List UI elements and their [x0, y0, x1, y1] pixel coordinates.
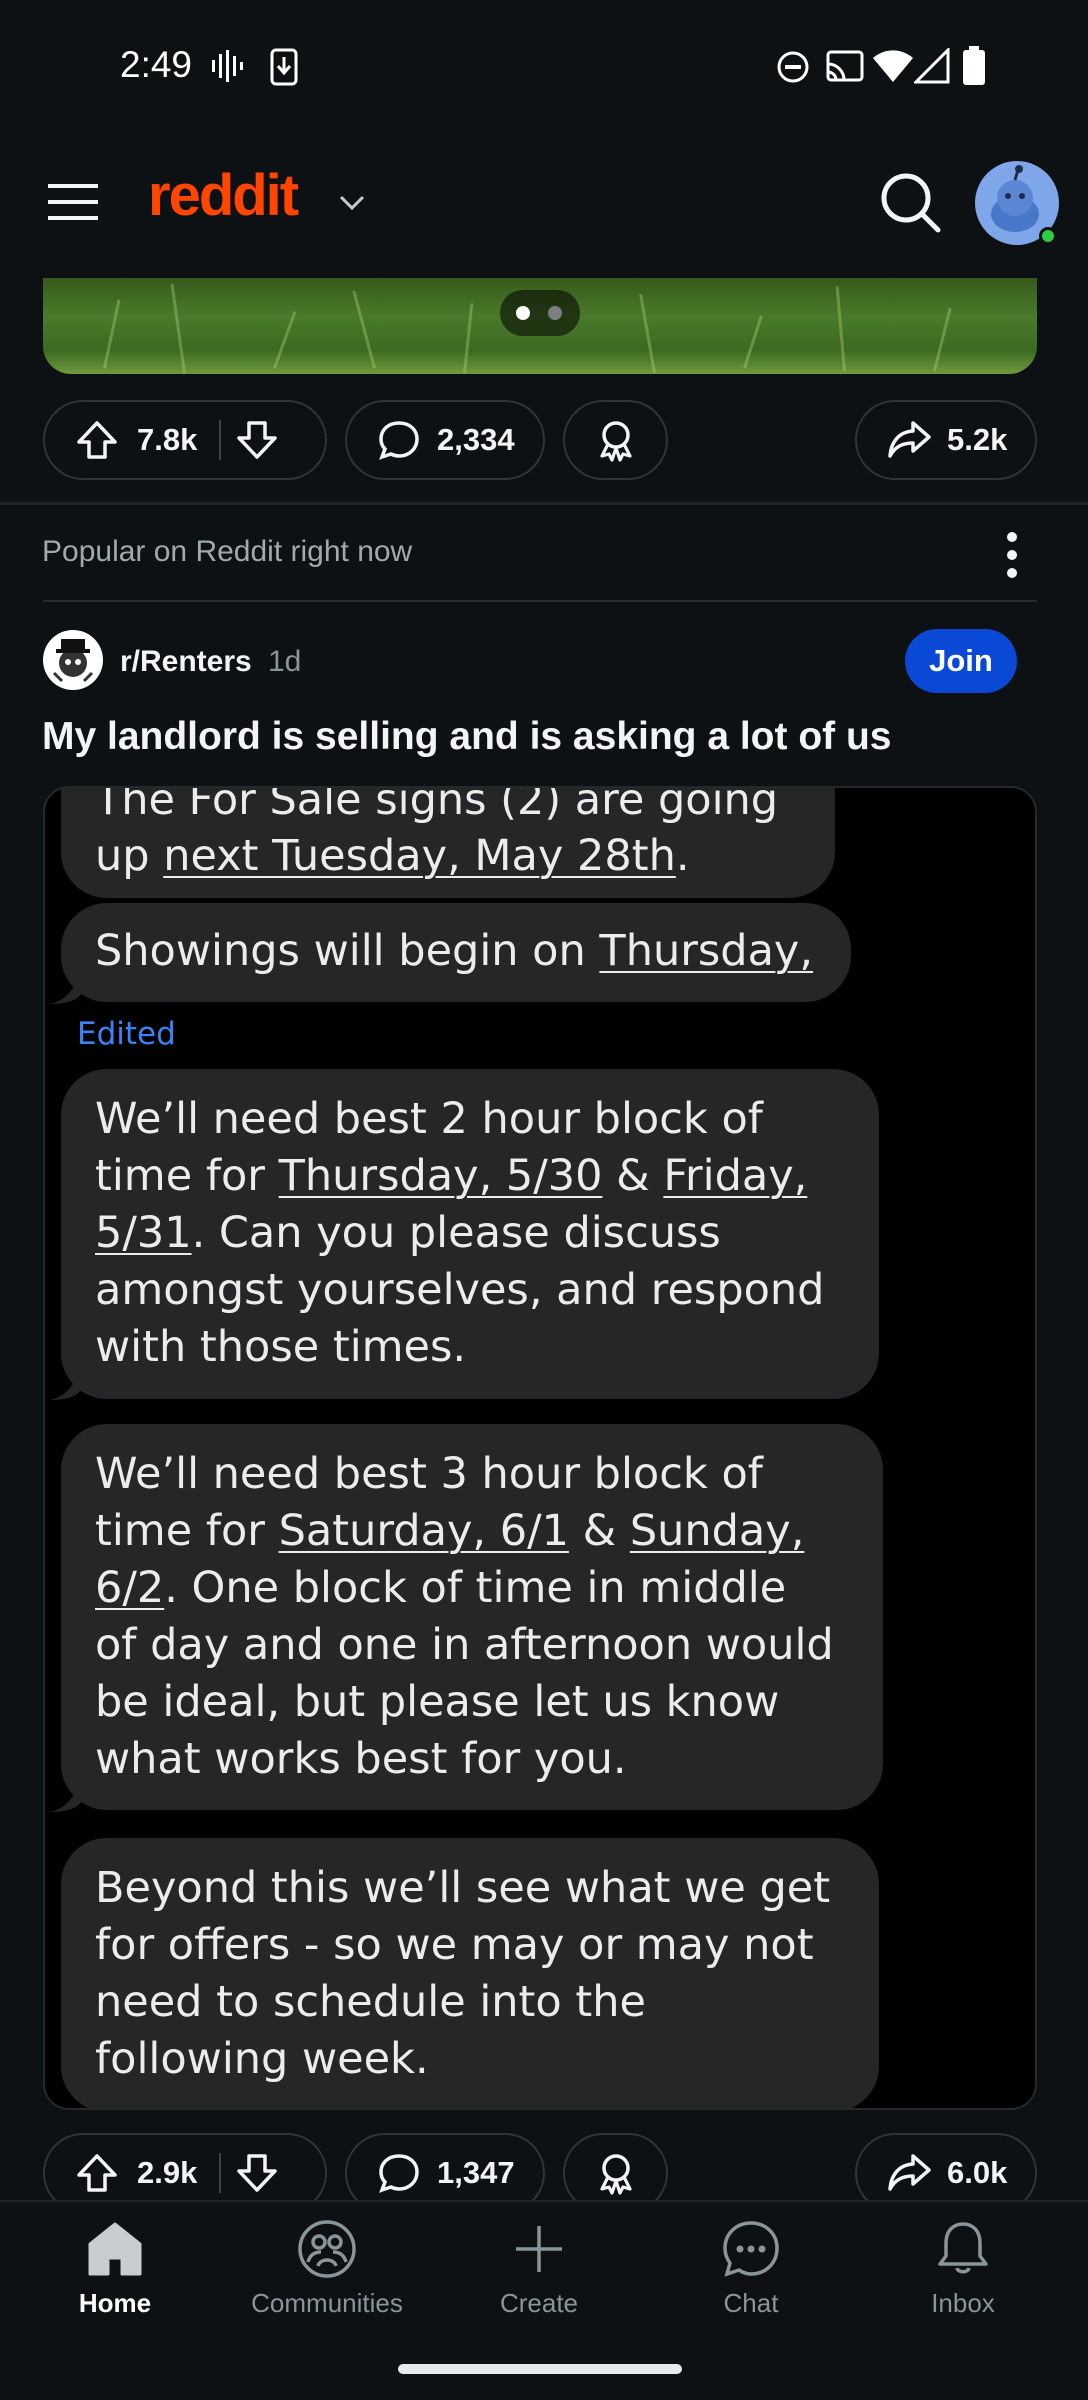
share-icon [888, 421, 931, 458]
cast-icon [826, 50, 864, 82]
nav-label: Inbox [931, 2288, 995, 2318]
share-icon [888, 2154, 931, 2191]
message-line: following week. [95, 2034, 429, 2084]
home-indicator[interactable] [398, 2364, 682, 2374]
message-line: time for Thursday, 5/30 & Friday, [95, 1151, 808, 1201]
message-bubble: We’ll need best 2 hour block of time for… [61, 1069, 879, 1399]
message-line: We’ll need best 2 hour block of [95, 1094, 763, 1144]
nav-communities[interactable]: Communities [242, 2218, 412, 2319]
downvote-icon[interactable] [235, 2151, 279, 2195]
message-line: amongst yourselves, and respond [95, 1265, 825, 1315]
message-line: time for Saturday, 6/1 & Sunday, [95, 1506, 805, 1556]
signal-icon [914, 48, 950, 84]
subreddit-avatar[interactable] [42, 629, 104, 691]
chevron-down-icon[interactable] [338, 194, 366, 212]
message-line: Beyond this we’ll see what we get [95, 1863, 831, 1913]
upvote-count: 2.9k [137, 2155, 198, 2190]
comment-count: 1,347 [437, 2155, 515, 2190]
post-divider [0, 502, 1088, 505]
reddit-logo[interactable]: reddit [148, 162, 299, 229]
upvote-count: 7.8k [137, 422, 198, 457]
battery-icon [963, 46, 985, 85]
nav-label: Chat [723, 2288, 779, 2318]
download-icon [270, 48, 298, 86]
message-line: The For Sale signs (2) are going [95, 786, 779, 825]
home-icon [88, 2222, 142, 2276]
vote-bar: 7.8k [43, 400, 327, 480]
message-line: what works best for you. [95, 1734, 627, 1784]
message-line: be ideal, but please let us know [95, 1677, 780, 1727]
award-icon [599, 421, 632, 462]
message-line: of day and one in afternoon would [95, 1620, 834, 1670]
menu-icon[interactable] [48, 182, 98, 222]
vibrate-icon [212, 50, 243, 82]
message-bubble: The For Sale signs (2) are going up next… [61, 786, 835, 898]
plus-icon [516, 2226, 562, 2272]
message-line: up next Tuesday, May 28th. [95, 831, 690, 881]
nav-label: Create [499, 2288, 579, 2318]
bubble-tail [51, 1778, 81, 1812]
message-line: Showings will begin on Thursday, [95, 926, 814, 976]
upvote-icon[interactable] [75, 418, 119, 462]
award-button[interactable] [563, 400, 668, 480]
message-bubble: Beyond this we’ll see what we get for of… [61, 1838, 879, 2108]
message-bubble: We’ll need best 3 hour block of time for… [61, 1424, 883, 1810]
post-image-screenshot[interactable]: The For Sale signs (2) are going up next… [43, 786, 1037, 2110]
post-age: 1d [268, 645, 302, 678]
edited-label: Edited [77, 1016, 176, 1052]
comment-icon [379, 421, 419, 460]
bubble-tail [51, 970, 81, 1004]
message-line: for offers - so we may or may not [95, 1920, 814, 1970]
post-title[interactable]: My landlord is selling and is asking a l… [42, 712, 1042, 762]
dnd-icon [777, 51, 809, 83]
nav-create[interactable]: Create [454, 2218, 624, 2319]
message-line: need to schedule into the [95, 1977, 646, 2027]
join-button[interactable]: Join [905, 629, 1017, 693]
message-bubble: Showings will begin on Thursday, [61, 903, 851, 1002]
downvote-icon[interactable] [235, 418, 279, 462]
message-line: We’ll need best 3 hour block of [95, 1449, 763, 1499]
nav-chat[interactable]: Chat [666, 2218, 836, 2319]
wifi-icon [873, 50, 913, 82]
share-button[interactable]: 5.2k [855, 400, 1037, 480]
share-count: 6.0k [947, 2155, 1008, 2190]
comment-count: 2,334 [437, 422, 515, 457]
status-time: 2:49 [120, 44, 193, 85]
message-line: with those times. [95, 1322, 467, 1372]
status-bar: 2:49 [0, 0, 1088, 130]
award-icon [599, 2154, 632, 2195]
nav-inbox[interactable]: Inbox [878, 2218, 1048, 2319]
bubble-tail [51, 1366, 81, 1400]
nav-home[interactable]: Home [30, 2218, 200, 2319]
search-icon[interactable] [880, 172, 942, 234]
carousel-indicator [500, 290, 580, 336]
feed-section-label: Popular on Reddit right now [42, 535, 413, 568]
nav-label: Communities [251, 2288, 403, 2318]
comments-button[interactable]: 2,334 [345, 400, 545, 480]
share-count: 5.2k [947, 422, 1008, 457]
message-line: 6/2. One block of time in middle [95, 1563, 787, 1613]
communities-icon [298, 2220, 356, 2278]
subreddit-name[interactable]: r/Renters [120, 645, 252, 679]
message-line: 5/31. Can you please discuss [95, 1208, 721, 1258]
bell-icon [938, 2222, 988, 2274]
comment-icon [379, 2154, 419, 2193]
section-divider [43, 600, 1037, 602]
nav-label: Home [78, 2288, 152, 2318]
chat-icon [723, 2221, 779, 2277]
upvote-icon[interactable] [75, 2151, 119, 2195]
avatar[interactable] [974, 160, 1060, 246]
more-options-icon[interactable] [1000, 530, 1024, 580]
